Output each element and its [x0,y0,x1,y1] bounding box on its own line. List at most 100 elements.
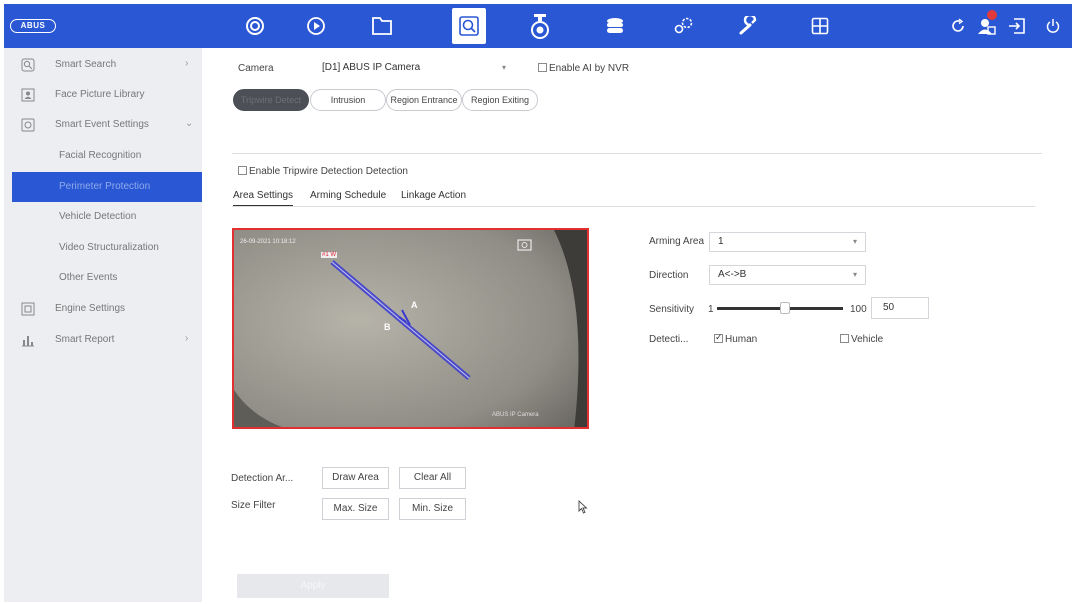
arming-area-label: Arming Area [649,236,705,247]
face-library-icon [21,88,35,102]
side-a-label: A [411,300,418,310]
alarm-badge [987,10,997,20]
detection-area-label: Detection Ar... [231,473,294,484]
tab-label: Region Entrance [390,95,458,105]
configuration-icon[interactable] [660,4,706,48]
direction-value: A<->B [718,269,747,280]
logout-icon[interactable] [1002,4,1032,48]
app-root: ABUS Smart Search › Face Picture Library… [0,0,1076,604]
enable-ai-label: Enable AI by NVR [549,63,630,74]
main-panel: Camera [D1] ABUS IP Camera ▾ Enable AI b… [202,48,1072,602]
video-preview[interactable]: 26-09-2021 10:18:12 #1 W A B ABUS IP Cam… [232,228,589,429]
sidebar: Smart Search › Face Picture Library Smar… [4,48,202,602]
brand-logo: ABUS [10,19,56,33]
tab-region-entrance[interactable]: Region Entrance [386,89,462,111]
arming-area-select[interactable]: 1 ▾ [709,232,866,252]
power-icon[interactable] [1038,4,1068,48]
sidebar-item-label: Video Structuralization [59,242,159,253]
tab-arming-schedule[interactable]: Arming Schedule [310,190,386,201]
report-chart-icon [21,333,35,347]
human-label: Human [725,334,758,345]
tab-label: Region Exiting [470,95,530,105]
engine-settings-icon [21,302,35,316]
tab-area-settings[interactable]: Area Settings [233,190,294,207]
enable-ai-checkbox[interactable]: Enable AI by NVR [538,63,629,74]
sidebar-item-label: Vehicle Detection [59,211,137,222]
video-camera-name: ABUS IP Camera [492,412,539,418]
camera-label: Camera [238,63,274,74]
vehicle-label: Vehicle [851,334,884,345]
human-checkbox[interactable]: Human [714,332,758,345]
mouse-cursor-icon [578,500,588,514]
sidebar-item-smart-report[interactable]: Smart Report › [4,325,202,355]
search-icon [21,58,35,72]
playback-icon[interactable] [293,4,339,48]
arming-area-value: 1 [718,236,724,247]
sidebar-item-other-events[interactable]: Other Events [4,263,202,293]
detection-target-label: Detecti... [649,334,689,345]
tab-region-exiting[interactable]: Region Exiting [462,89,538,111]
layout-icon[interactable] [797,4,843,48]
enable-tripwire-checkbox[interactable]: Enable Tripwire Detection Detection [238,166,408,177]
smart-search-icon[interactable] [452,8,486,44]
sidebar-item-label: Engine Settings [55,303,126,314]
chevron-down-icon: ▾ [852,237,857,246]
checkbox[interactable] [238,166,247,175]
sidebar-item-label: Smart Report [55,334,115,345]
sensitivity-input[interactable]: 50 [871,297,929,319]
line-label: #1 W [321,252,338,258]
tab-label: Intrusion [330,95,366,105]
sidebar-item-facial-recognition[interactable]: Facial Recognition [4,141,202,171]
chevron-down-icon: ⌄ [185,118,194,129]
sidebar-item-label: Facial Recognition [59,150,142,161]
sensitivity-label: Sensitivity [649,304,695,315]
tab-divider [232,206,1035,207]
sensitivity-min: 1 [708,304,714,315]
video-timestamp: 26-09-2021 10:18:12 [240,239,296,245]
tab-tripwire-detection[interactable]: Tripwire Detect [233,89,309,111]
top-nav-bar: ABUS [4,4,1072,48]
camera-select[interactable]: [D1] ABUS IP Camera ▾ [314,59,514,79]
sidebar-item-label: Smart Event Settings [55,119,149,130]
draw-area-button[interactable]: Draw Area [322,467,389,489]
divider [232,153,1042,154]
files-icon[interactable] [359,4,405,48]
sidebar-item-face-picture-library[interactable]: Face Picture Library [4,80,202,110]
maintenance-icon[interactable] [726,4,772,48]
apply-button[interactable]: Apply [237,574,389,598]
storage-icon[interactable] [592,4,638,48]
direction-select[interactable]: A<->B ▾ [709,265,866,285]
sidebar-item-smart-event-settings[interactable]: Smart Event Settings ⌄ [4,110,202,140]
sidebar-item-vehicle-detection[interactable]: Vehicle Detection [4,202,202,232]
refresh-icon[interactable] [943,4,973,48]
sidebar-item-label: Smart Search [55,59,117,70]
video-scene [234,230,587,427]
max-size-button[interactable]: Max. Size [322,498,389,520]
sensitivity-max: 100 [850,304,867,315]
alarm-user-icon[interactable] [972,4,1002,48]
camera-icon[interactable] [517,4,563,48]
clear-all-button[interactable]: Clear All [399,467,466,489]
sidebar-item-label: Perimeter Protection [59,181,151,192]
chevron-down-icon: ▾ [852,270,857,279]
sensitivity-slider-handle[interactable] [780,302,790,314]
tab-linkage-action[interactable]: Linkage Action [401,190,466,201]
live-view-icon[interactable] [232,4,278,48]
chevron-right-icon: › [185,58,189,69]
tab-label: Tripwire Detect [240,95,302,105]
sidebar-item-smart-search[interactable]: Smart Search › [4,50,202,80]
checkbox-checked[interactable] [714,332,723,343]
min-size-button[interactable]: Min. Size [399,498,466,520]
checkbox[interactable] [538,63,547,72]
sidebar-item-perimeter-protection[interactable]: Perimeter Protection [12,172,202,202]
vehicle-checkbox[interactable]: Vehicle [840,334,883,345]
sidebar-item-label: Other Events [59,272,118,283]
event-settings-icon [21,118,35,132]
chevron-right-icon: › [185,333,189,344]
sidebar-item-engine-settings[interactable]: Engine Settings [4,294,202,324]
tab-intrusion[interactable]: Intrusion [310,89,386,111]
checkbox[interactable] [840,334,849,343]
chevron-down-icon: ▾ [501,63,506,72]
sidebar-item-video-structuralization[interactable]: Video Structuralization [4,233,202,263]
enable-tripwire-label: Enable Tripwire Detection Detection [249,166,408,177]
